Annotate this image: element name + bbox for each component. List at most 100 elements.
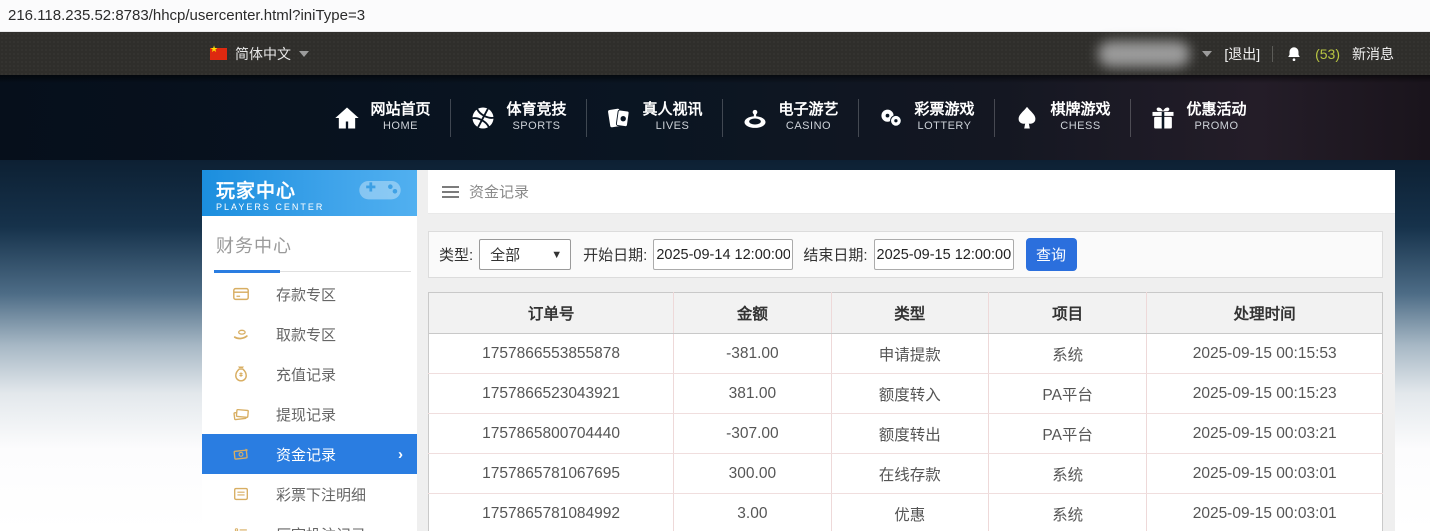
sidebar-item-label: 存款专区 xyxy=(276,284,336,305)
table-row: 1757866523043921381.00额度转入PA平台2025-09-15… xyxy=(429,374,1383,414)
table-cell: 在线存款 xyxy=(831,454,988,494)
nav-item-lives[interactable]: 真人视讯LIVES xyxy=(586,75,722,160)
logout-link[interactable]: [退出] xyxy=(1224,44,1260,64)
table-row: 1757865781067695300.00在线存款系统2025-09-15 0… xyxy=(429,454,1383,494)
table-cell: 2025-09-15 00:03:21 xyxy=(1147,414,1383,454)
page: 216.118.235.52:8783/hhcp/usercenter.html… xyxy=(0,0,1430,531)
sports-icon xyxy=(469,104,497,132)
message-count: (53) xyxy=(1315,46,1340,62)
column-header: 处理时间 xyxy=(1147,293,1383,334)
sidebar-item-lottery-detail[interactable]: 彩票下注明细› xyxy=(202,474,417,514)
sidebar-item-recharge-bag[interactable]: 充值记录› xyxy=(202,354,417,394)
live-cards-icon xyxy=(605,104,633,132)
sidebar-item-label: 资金记录 xyxy=(276,444,336,465)
promo-gift-icon xyxy=(1149,104,1177,132)
browser-url-bar[interactable]: 216.118.235.52:8783/hhcp/usercenter.html… xyxy=(0,0,1430,32)
top-bar: ★ 简体中文 [退出] (53) 新消息 xyxy=(0,32,1430,75)
menu-icon xyxy=(442,186,459,198)
nav-item-label: 体育竞技SPORTS xyxy=(506,101,566,134)
nav-item-label: 电子游艺CASINO xyxy=(778,101,838,134)
username-redacted xyxy=(1098,41,1190,67)
language-switcher[interactable]: ★ 简体中文 xyxy=(210,32,309,75)
funds-record-icon xyxy=(232,445,250,463)
withdraw-hand-icon xyxy=(232,325,250,343)
account-area: [退出] (53) 新消息 xyxy=(1098,32,1394,75)
new-message-link[interactable]: 新消息 xyxy=(1352,44,1394,64)
nav-item-label: 网站首页HOME xyxy=(370,101,430,134)
chevron-down-icon xyxy=(299,51,309,57)
nav-item-label: 彩票游戏LOTTERY xyxy=(914,101,974,134)
table-cell: PA平台 xyxy=(988,374,1146,414)
nav-item-label: 真人视讯LIVES xyxy=(642,101,702,134)
sidebar-item-label: 厅室投注记录 xyxy=(276,524,366,531)
deposit-card-icon xyxy=(232,285,250,303)
nav-item-lottery[interactable]: 彩票游戏LOTTERY xyxy=(858,75,994,160)
nav-item-sports[interactable]: 体育竞技SPORTS xyxy=(450,75,586,160)
end-date-label: 结束日期: xyxy=(803,244,867,265)
column-header: 订单号 xyxy=(429,293,674,334)
table-row: 1757866553855878-381.00申请提款系统2025-09-15 … xyxy=(429,334,1383,374)
sidebar: 玩家中心 PLAYERS CENTER 财务中心 存款专区›取款专区›充值记录›… xyxy=(202,170,417,531)
content: 资金记录 类型: 全部 ▼ 开始日期: 结束日期: 查询 订单号金额类型项目处理… xyxy=(428,170,1395,531)
gamepad-icon xyxy=(357,174,403,209)
nav-item-chess[interactable]: 棋牌游戏CHESS xyxy=(994,75,1130,160)
sidebar-item-deposit-card[interactable]: 存款专区› xyxy=(202,274,417,314)
table-cell: 3.00 xyxy=(674,494,831,531)
table-cell: 系统 xyxy=(988,334,1146,374)
sidebar-header: 玩家中心 PLAYERS CENTER xyxy=(202,170,417,216)
funds-record-table: 订单号金额类型项目处理时间 1757866553855878-381.00申请提… xyxy=(428,292,1383,531)
lottery-balls-icon xyxy=(877,104,905,132)
type-select[interactable]: 全部 ▼ xyxy=(479,239,571,270)
type-label: 类型: xyxy=(439,244,473,265)
table-cell: -381.00 xyxy=(674,334,831,374)
table-cell: 2025-09-15 00:03:01 xyxy=(1147,494,1383,531)
end-date-input[interactable] xyxy=(874,239,1014,270)
sidebar-item-room-bet-list[interactable]: 厅室投注记录› xyxy=(202,514,417,531)
start-date-label: 开始日期: xyxy=(583,244,647,265)
nav-item-label: 优惠活动PROMO xyxy=(1186,101,1246,134)
home-icon xyxy=(333,104,361,132)
sidebar-item-label: 提现记录 xyxy=(276,404,336,425)
bell-icon[interactable] xyxy=(1285,45,1303,63)
sidebar-item-cashout-notes[interactable]: 提现记录› xyxy=(202,394,417,434)
section-label: 财务中心 xyxy=(216,236,292,256)
table-cell: 系统 xyxy=(988,494,1146,531)
column-header: 金额 xyxy=(674,293,831,334)
language-label: 简体中文 xyxy=(235,44,291,64)
casino-roulette-icon xyxy=(741,104,769,132)
breadcrumb-label: 资金记录 xyxy=(469,181,529,202)
table-cell: 优惠 xyxy=(831,494,988,531)
start-date-input[interactable] xyxy=(653,239,793,270)
query-button[interactable]: 查询 xyxy=(1026,238,1077,271)
table-cell: 1757866553855878 xyxy=(429,334,674,374)
table-row: 1757865800704440-307.00额度转出PA平台2025-09-1… xyxy=(429,414,1383,454)
table-cell: 1757866523043921 xyxy=(429,374,674,414)
table-cell: 381.00 xyxy=(674,374,831,414)
nav-item-home[interactable]: 网站首页HOME xyxy=(314,75,450,160)
sidebar-item-withdraw-hand[interactable]: 取款专区› xyxy=(202,314,417,354)
sidebar-item-funds-record[interactable]: 资金记录› xyxy=(202,434,417,474)
column-header: 项目 xyxy=(988,293,1146,334)
table-row: 17578657810849923.00优惠系统2025-09-15 00:03… xyxy=(429,494,1383,531)
breadcrumb: 资金记录 xyxy=(428,170,1395,214)
table-cell: 1757865781067695 xyxy=(429,454,674,494)
china-flag-icon: ★ xyxy=(210,48,227,60)
table-cell: 2025-09-15 00:03:01 xyxy=(1147,454,1383,494)
page-url: 216.118.235.52:8783/hhcp/usercenter.html… xyxy=(8,7,365,24)
nav-item-label: 棋牌游戏CHESS xyxy=(1050,101,1110,134)
type-select-value: 全部 xyxy=(490,244,520,265)
chevron-down-icon[interactable] xyxy=(1202,51,1212,57)
table-cell: 申请提款 xyxy=(831,334,988,374)
table-cell: 1757865781084992 xyxy=(429,494,674,531)
sidebar-item-label: 取款专区 xyxy=(276,324,336,345)
sidebar-item-label: 彩票下注明细 xyxy=(276,484,366,505)
chevron-down-icon: ▼ xyxy=(551,249,562,261)
table-header-row: 订单号金额类型项目处理时间 xyxy=(429,293,1383,334)
nav-item-casino[interactable]: 电子游艺CASINO xyxy=(722,75,858,160)
table-cell: 额度转出 xyxy=(831,414,988,454)
table-cell: 2025-09-15 00:15:23 xyxy=(1147,374,1383,414)
nav-item-promo[interactable]: 优惠活动PROMO xyxy=(1130,75,1266,160)
lottery-detail-icon xyxy=(232,485,250,503)
recharge-bag-icon xyxy=(232,365,250,383)
divider xyxy=(1272,46,1273,62)
